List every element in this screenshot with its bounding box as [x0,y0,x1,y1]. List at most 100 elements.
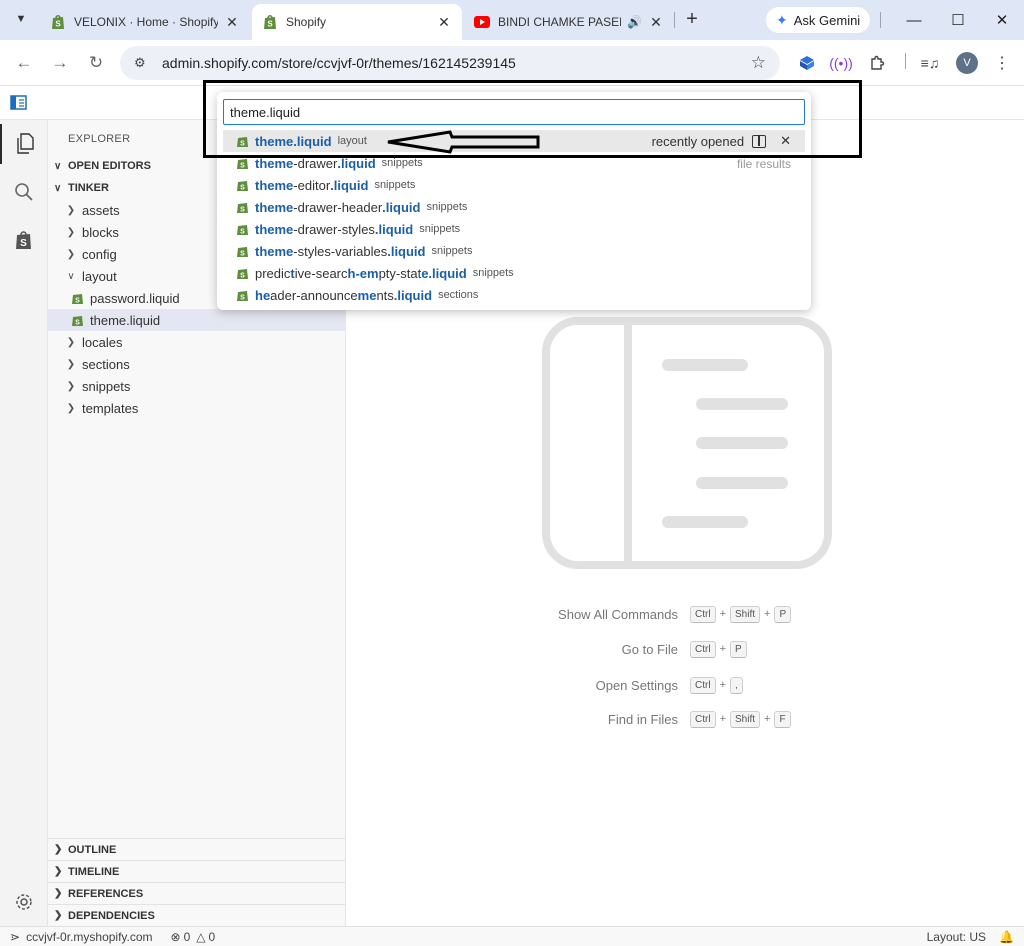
filename-segment: ader-announce [270,287,358,303]
shopify-file-icon: S [237,202,248,213]
tab-strip: ▼ S VELONIX · Home · Shopify ✕ S Shopify… [0,0,1024,40]
filename-segment: ive-searc [294,265,348,281]
media-controls-icon[interactable]: ≡♫ [920,53,940,73]
gemini-spark-icon: ✦ [776,11,788,28]
chevron-right-icon: ❯ [66,402,76,414]
remote-icon[interactable]: ⋗ [10,930,20,944]
search-icon[interactable] [0,172,48,212]
editor-logo-watermark [542,317,832,569]
close-window-button[interactable]: ✕ [982,6,1022,34]
close-icon[interactable]: ✕ [780,133,791,149]
filename-segment: theme [255,199,294,215]
tree-folder-locales[interactable]: ❯ locales [48,331,346,353]
chevron-right-icon: ❯ [54,866,63,877]
tree-label: blocks [82,224,119,240]
close-icon[interactable]: ✕ [436,14,452,31]
tab-search-button[interactable]: ▼ [8,6,34,32]
filename-segment: -drawer-header [293,199,383,215]
avatar[interactable]: V [956,52,978,74]
bell-icon[interactable]: 🔔 [999,930,1014,944]
tree-label: config [82,246,117,262]
close-icon: ✕ [995,12,1009,29]
split-editor-icon[interactable] [752,134,767,148]
quick-open-item[interactable]: Stheme-drawer-styles.liquid snippets [223,218,805,240]
quick-open-item[interactable]: Spredictive-search-empty-state.liquid sni… [223,262,805,284]
tree-label: password.liquid [90,290,180,306]
shopify-file-icon: S [237,180,248,191]
key: Ctrl [690,676,716,694]
chevron-right-icon: ❯ [66,248,76,260]
section-label: DEPENDENCIES [68,909,155,922]
filename-segment: -editor [293,177,331,193]
shopify-icon: S [262,14,278,30]
result-filename: theme-styles-variables.liquid [255,244,426,259]
result-filename: predictive-search-empty-state.liquid [255,266,467,281]
tab-shopify[interactable]: S Shopify ✕ [252,4,462,40]
toolbar-separator [880,12,881,28]
quick-open-item[interactable]: Stheme-styles-variables.liquid snippets [223,240,805,262]
key: Ctrl [690,710,716,728]
extension-cube-icon[interactable] [797,53,817,73]
chevron-down-icon: ∨ [54,160,62,172]
remote-host[interactable]: ccvjvf-0r.myshopify.com [26,930,152,944]
quick-open-item[interactable]: Sheader-announcements.liquid sections [223,284,805,306]
svg-text:S: S [75,319,80,326]
maximize-button[interactable]: ☐ [938,6,978,34]
ask-gemini-button[interactable]: ✦ Ask Gemini [766,7,871,33]
references-section[interactable]: ❯ REFERENCES [48,882,346,904]
tree-folder-templates[interactable]: ❯ templates [48,397,346,419]
back-button[interactable]: ← [12,51,36,75]
address-bar[interactable]: ⚙ admin.shopify.com/store/ccvjvf-0r/them… [120,46,780,80]
section-label: REFERENCES [68,887,144,900]
filename-segment: .liquid [374,221,414,237]
quick-open-item[interactable]: Stheme-drawer.liquid snippets [223,152,805,174]
keyboard-layout[interactable]: Layout: US [927,930,986,944]
bookmark-star-icon[interactable]: ☆ [751,53,766,73]
key: P [730,640,747,658]
timeline-section[interactable]: ❯ TIMELINE [48,860,346,882]
broadcast-extension-icon[interactable]: ((•)) [829,53,853,73]
settings-gear-icon[interactable] [0,882,48,922]
warning-icon[interactable]: △ [196,930,205,944]
shopify-file-icon: S [237,290,248,301]
quick-open-input[interactable] [223,99,805,125]
result-folder: snippets [381,157,423,169]
tree-label: templates [82,400,139,416]
tree-file-theme-liquid[interactable]: S theme.liquid [48,309,346,331]
shortcut-open-settings: Open Settings Ctrl + , [346,675,1024,695]
shortcut-label: Open Settings [595,677,678,693]
explorer-files-icon[interactable] [0,124,48,164]
activity-bar: S [0,120,48,926]
svg-text:S: S [240,184,245,191]
outline-section[interactable]: ❯ OUTLINE [48,838,346,860]
tab-separator [674,12,675,28]
chevron-right-icon: ❯ [54,888,63,899]
chevron-right-icon: ❯ [54,910,63,921]
reload-button[interactable]: ↻ [84,51,108,75]
svg-text:S: S [240,140,245,147]
recently-opened-label: recently opened [651,133,745,149]
tree-folder-sections[interactable]: ❯ sections [48,353,346,375]
forward-button[interactable]: → [48,51,72,75]
tree-folder-snippets[interactable]: ❯ snippets [48,375,346,397]
quick-open-item[interactable]: Stheme-drawer-header.liquid snippets [223,196,805,218]
shopify-bag-icon[interactable]: S [0,220,48,260]
new-tab-button[interactable]: + [680,8,704,32]
tab-youtube[interactable]: BINDI CHAMKE PASEENA 🔊 ✕ [464,4,674,40]
filename-segment: he [255,287,271,303]
quick-open-widget: Stheme .liquid layout recently opened ✕ Sthem… [217,92,811,310]
minimize-button[interactable]: — [894,6,934,34]
dependencies-section[interactable]: ❯ DEPENDENCIES [48,904,346,926]
close-icon[interactable]: ✕ [648,14,664,31]
kebab-menu-icon[interactable]: ⋮ [992,53,1012,73]
quick-open-item[interactable]: Stheme-editor.liquid snippets [223,174,805,196]
toggle-sidebar-icon[interactable] [10,95,27,113]
puzzle-icon[interactable] [867,53,887,73]
speaker-icon[interactable]: 🔊 [627,15,642,29]
error-icon[interactable]: ⊗ [171,930,181,944]
close-icon[interactable]: ✕ [224,14,240,31]
chevron-right-icon: ❯ [66,226,76,238]
result-folder: layout [337,135,367,147]
site-settings-icon[interactable]: ⚙ [134,55,152,71]
tab-velonix[interactable]: S VELONIX · Home · Shopify ✕ [40,4,250,40]
